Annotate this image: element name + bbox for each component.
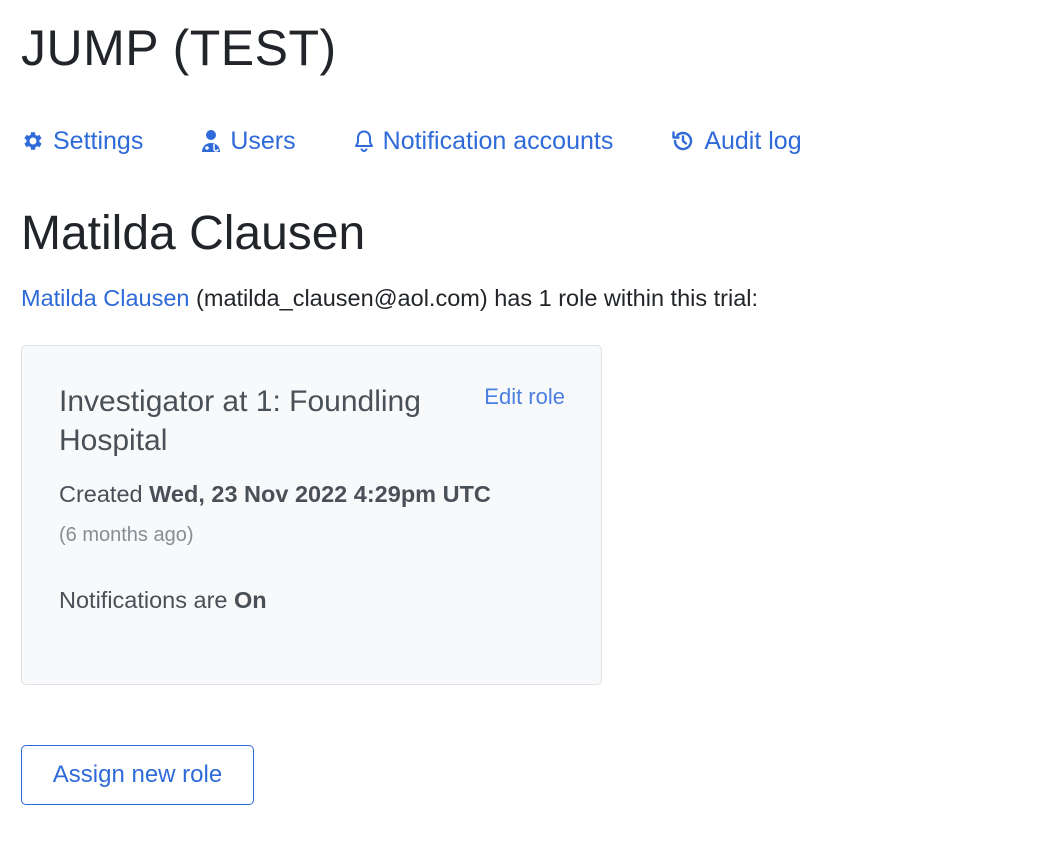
created-date: Wed, 23 Nov 2022 4:29pm UTC [149,481,491,507]
nav-notification-accounts-label: Notification accounts [382,126,614,155]
gear-icon [21,129,45,153]
admin-nav: Settings Users Notification accounts Aud… [21,124,859,158]
nav-users[interactable]: Users [200,126,296,156]
nav-audit-log[interactable]: Audit log [670,126,802,156]
user-doctor-icon [200,129,222,153]
nav-settings[interactable]: Settings [21,127,143,156]
notification-label: Notifications are [59,587,228,613]
assign-new-role-button[interactable]: Assign new role [21,745,254,805]
nav-settings-label: Settings [53,126,144,155]
user-email: (matilda_clausen@aol.com) [196,285,488,311]
user-name-heading: Matilda Clausen [21,207,366,260]
role-card: Investigator at 1: Foundling Hospital Ed… [21,345,602,685]
notification-value: On [234,587,267,613]
bell-icon [353,129,375,153]
created-relative-time: (6 months ago) [59,524,194,546]
history-icon [670,128,696,154]
user-profile-link[interactable]: Matilda Clausen [21,285,190,311]
nav-notification-accounts[interactable]: Notification accounts [353,126,614,156]
role-summary: Matilda Clausen (matilda_clausen@aol.com… [21,282,758,314]
created-label: Created [59,481,143,507]
nav-users-label: Users [230,126,296,155]
role-created: Created Wed, 23 Nov 2022 4:29pm UTC [59,481,491,508]
notification-status: Notifications are On [59,587,267,614]
page-title: JUMP (TEST) [21,20,337,76]
role-count-text: has 1 role within this trial: [494,285,759,311]
nav-audit-log-label: Audit log [704,126,802,155]
role-title: Investigator at 1: Foundling Hospital [59,385,421,457]
edit-role-link[interactable]: Edit role [484,384,565,410]
